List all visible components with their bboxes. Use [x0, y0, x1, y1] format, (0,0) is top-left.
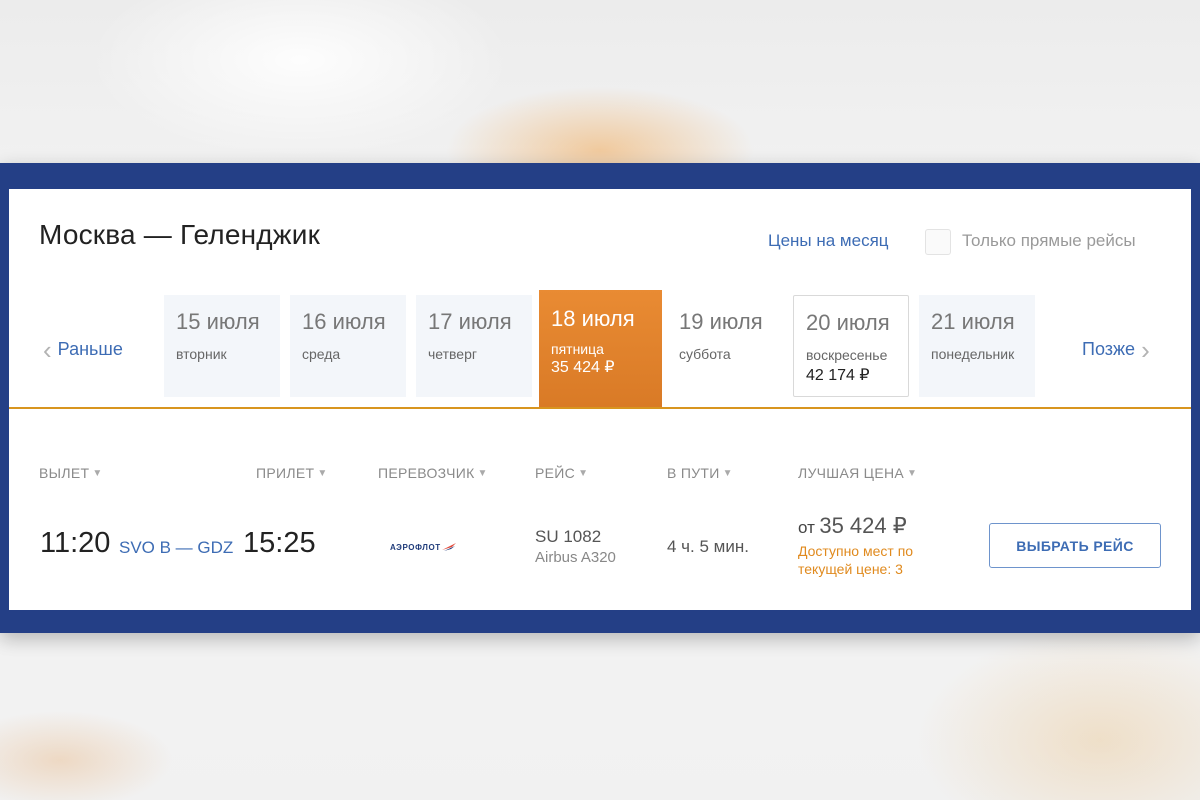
date-tab[interactable]: 21 июля понедельник [919, 295, 1035, 397]
date-tab-date: 20 июля [806, 310, 890, 335]
column-header-label: ВЫЛЕТ [39, 465, 90, 481]
date-tab-weekday: четверг [428, 346, 477, 362]
aircraft-type: Airbus A320 [535, 549, 616, 566]
date-tab-weekday: воскресенье [806, 347, 888, 363]
chevron-right-icon: › [1141, 334, 1150, 365]
aeroflot-wing-icon [441, 543, 456, 551]
date-tab-weekday: вторник [176, 346, 227, 362]
sort-caret-icon: ▼ [92, 468, 103, 479]
tab-divider [9, 407, 1191, 409]
best-price: от 35 424 ₽ [798, 513, 907, 539]
column-header-carrier[interactable]: ПЕРЕВОЗЧИК ▼ [378, 465, 488, 481]
sort-caret-icon: ▼ [907, 468, 918, 479]
date-tab-date: 21 июля [931, 309, 1015, 334]
arrival-time: 15:25 [243, 527, 316, 559]
route-title: Москва — Геленджик [39, 219, 321, 250]
seats-availability-note: Доступно мест по текущей цене: 3 [798, 543, 914, 577]
departure-time: 11:20 [40, 527, 111, 559]
date-tab[interactable]: 17 июля четверг [416, 295, 532, 397]
later-dates-button[interactable]: Позже › [1082, 334, 1150, 365]
column-header-label: ПЕРЕВОЗЧИК [378, 465, 475, 481]
earlier-label: Раньше [57, 339, 123, 359]
direct-only-checkbox[interactable] [925, 229, 951, 255]
column-header-label: ЛУЧШАЯ ЦЕНА [798, 465, 905, 481]
date-tab-date: 19 июля [679, 309, 763, 334]
column-header-label: В ПУТИ [667, 465, 720, 481]
search-results-frame: Москва — Геленджик Цены на месяц Только … [0, 163, 1200, 633]
column-header-duration[interactable]: В ПУТИ ▼ [667, 465, 733, 481]
chevron-left-icon: ‹ [43, 334, 52, 365]
price-amount: 35 424 ₽ [819, 513, 907, 538]
route-airport-codes: SVO B — GDZ [119, 538, 234, 557]
column-header-departure[interactable]: ВЫЛЕТ ▼ [39, 465, 103, 481]
direct-only-label[interactable]: Только прямые рейсы [962, 231, 1136, 251]
sort-caret-icon: ▼ [578, 468, 589, 479]
date-tab-weekday: пятница [551, 341, 604, 357]
date-tab-price: 35 424 ₽ [551, 359, 615, 376]
date-tab-selected[interactable]: 18 июля пятница 35 424 ₽ [539, 290, 662, 407]
date-tab-price: 42 174 ₽ [806, 367, 870, 384]
select-flight-button[interactable]: ВЫБРАТЬ РЕЙС [989, 523, 1161, 568]
price-prefix: от [798, 518, 815, 537]
sort-caret-icon: ▼ [317, 468, 328, 479]
date-tab[interactable]: 19 июля суббота [667, 295, 783, 397]
flight-number: SU 1082 [535, 527, 602, 546]
column-header-label: ПРИЛЕТ [256, 465, 315, 481]
aeroflot-logo: АЭРОФЛОТ [390, 538, 470, 556]
date-tab-weekday: понедельник [931, 346, 1015, 362]
month-prices-link[interactable]: Цены на месяц [768, 231, 889, 251]
later-label: Позже [1082, 339, 1136, 359]
column-header-flight[interactable]: РЕЙС ▼ [535, 465, 588, 481]
sort-caret-icon: ▼ [722, 468, 733, 479]
date-tab[interactable]: 15 июля вторник [164, 295, 280, 397]
flight-duration: 4 ч. 5 мин. [667, 537, 749, 556]
earlier-dates-button[interactable]: ‹ Раньше [43, 334, 123, 365]
column-header-best-price[interactable]: ЛУЧШАЯ ЦЕНА ▼ [798, 465, 917, 481]
results-card: Москва — Геленджик Цены на месяц Только … [9, 189, 1191, 610]
date-tab-date: 16 июля [302, 309, 386, 334]
sort-caret-icon: ▼ [477, 468, 488, 479]
date-tab-date: 17 июля [428, 309, 512, 334]
date-tab-date: 18 июля [551, 306, 635, 331]
carrier-logo-text: АЭРОФЛОТ [390, 542, 441, 552]
column-header-label: РЕЙС [535, 465, 576, 481]
column-header-arrival[interactable]: ПРИЛЕТ ▼ [256, 465, 328, 481]
date-tab[interactable]: 16 июля среда [290, 295, 406, 397]
date-tab-weekday: среда [302, 346, 341, 362]
date-tab[interactable]: 20 июля воскресенье 42 174 ₽ [793, 295, 909, 397]
date-tab-weekday: суббота [679, 346, 731, 362]
date-tab-date: 15 июля [176, 309, 260, 334]
